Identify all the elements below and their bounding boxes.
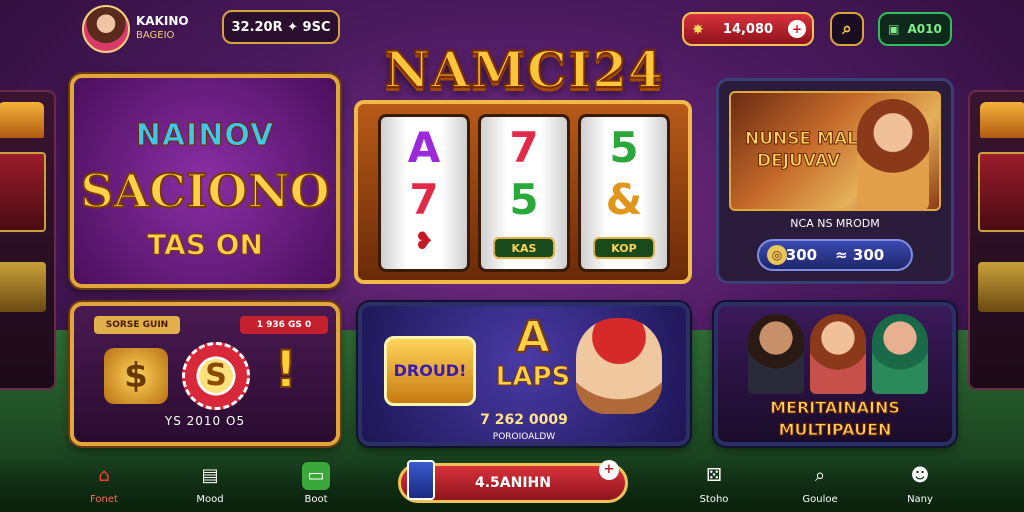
player-subtitle: BAGEIO [136,30,175,41]
panel-right-bottom[interactable]: MERITAINAINS MULTIPAUEN [714,302,956,446]
bow-icon: ❥ [413,227,435,255]
player-portrait [872,314,928,394]
panel-mid-word: LAPS [495,362,571,393]
boot-icon: ▭ [302,462,330,490]
nav-label: Stoho [699,494,729,505]
game-logo: NAMCI24 [383,39,664,100]
reel-2-mid-symbol: 5 [509,175,539,224]
promo-right-price: 300 [785,246,818,264]
nav-label: Nany [907,494,933,505]
search-icon: ⌕ [842,19,852,39]
avatar[interactable] [82,5,130,53]
exclamation-icon: ! [273,339,299,401]
gems-pill[interactable]: ▣ A010 [878,12,952,46]
panel-mid-letter: A [515,311,551,364]
gems-value: A010 [907,22,942,36]
panel-mid-bottom[interactable]: DROUD! A LAPS 7 262 0009 POROIOALDW [358,302,690,446]
nav-label: Fonet [90,494,118,505]
ticket-icon: ✸ [692,22,704,38]
casino-chip-icon: S [182,342,250,410]
bonus-badge: DROUD! [384,336,476,406]
right-slot-machine-decor [968,90,1024,390]
promo-right-art: NUNSE MALS DEJUVAV [729,91,941,211]
panel-left-bottom[interactable]: SORSE GUIN 1 936 GS 0 $ S ! YS 2010 O5 [70,302,340,446]
reel-2: 7 5 KAS [478,114,570,272]
coin-icon: ◎ [767,245,787,265]
reel-3-top-symbol: 5 [609,123,639,172]
promo-right-top[interactable]: NUNSE MALS DEJUVAV NCA NS MRODM ◎ 300 ≈ … [716,78,954,284]
promo-right-title: NUNSE MALS [744,129,871,150]
promo-left-line3: TAS ON [147,228,264,262]
promo-left-line1: NAINOV [135,118,275,154]
nav-label: Gouloe [802,494,838,505]
search-icon: ⌕ [814,465,826,486]
hostess-portrait [857,99,929,211]
multiplayer-portraits [748,314,928,394]
panel-right-title-2: MULTIPAUEN [778,420,892,440]
plus-icon[interactable]: + [788,20,806,38]
promo-right-caption: NCA NS MRODM [790,217,880,230]
panel-right-label: 1 936 GS 0 [240,316,328,334]
promo-right-price-suffix: ≈ 300 [835,246,885,264]
gem-icon: ▣ [888,22,900,36]
nav-gouloe[interactable]: ⌕ Gouloe [790,462,850,505]
coins-value: 14,080 [722,21,774,37]
money-bag-icon: $ [104,348,168,404]
search-button[interactable]: ⌕ [830,12,864,46]
promo-left-top[interactable]: NAINOV SACIONO TAS ON [70,74,340,288]
slot-machine[interactable]: A 7 ❥ 7 5 KAS 5 & KOP [354,100,692,284]
reel-1: A 7 ❥ [378,114,470,272]
reel-1-mid-symbol: 7 [409,175,439,224]
horse-mascot-icon [576,318,662,414]
promo-left-line2: SACIONO [79,163,330,219]
profile-icon: ☻ [910,465,930,486]
panel-right-title-1: MERITAINAINS [770,398,901,418]
reel-2-top-symbol: 7 [509,123,539,172]
balance-pill[interactable]: 32.20R ✦ 9SC [222,10,340,44]
card-icon [407,460,435,500]
spin-button-label: 4.5ANIHN [475,475,551,491]
player-portrait [748,314,804,394]
left-slot-machine-decor [0,90,56,390]
nav-label: Boot [304,494,328,505]
promo-right-price-button[interactable]: ◎ 300 ≈ 300 [757,239,913,271]
nav-boot[interactable]: ▭ Boot [286,462,346,505]
player-name: KAKINO [136,14,189,28]
nav-nany[interactable]: ☻ Nany [890,462,950,505]
coins-pill[interactable]: ✸ 14,080 + [682,12,814,46]
panel-mid-amount: 7 262 0009 [480,412,568,428]
player-portrait [810,314,866,394]
nav-label: Mood [196,494,224,505]
reel-3-mid-symbol: & [605,175,643,224]
dice-icon: ⚄ [706,465,722,486]
reel-2-tag: KAS [493,237,555,259]
nav-stoho[interactable]: ⚄ Stoho [684,462,744,505]
panel-left-footer: YS 2010 O5 [164,414,246,428]
reel-1-top-symbol: A [407,123,441,172]
reel-3-tag: KOP [593,237,655,259]
promo-right-subtitle: DEJUVAV [756,151,841,172]
home-icon: ⌂ [98,465,110,486]
reel-3: 5 & KOP [578,114,670,272]
plus-icon[interactable]: + [599,460,619,480]
nav-home[interactable]: ⌂ Fonet [74,462,134,505]
spin-button[interactable]: 4.5ANIHN + [398,460,628,503]
nav-mood[interactable]: ▤ Mood [180,462,240,505]
bag-icon: ▤ [201,465,219,486]
panel-left-label: SORSE GUIN [94,316,180,334]
panel-mid-caption: POROIOALDW [492,432,556,442]
